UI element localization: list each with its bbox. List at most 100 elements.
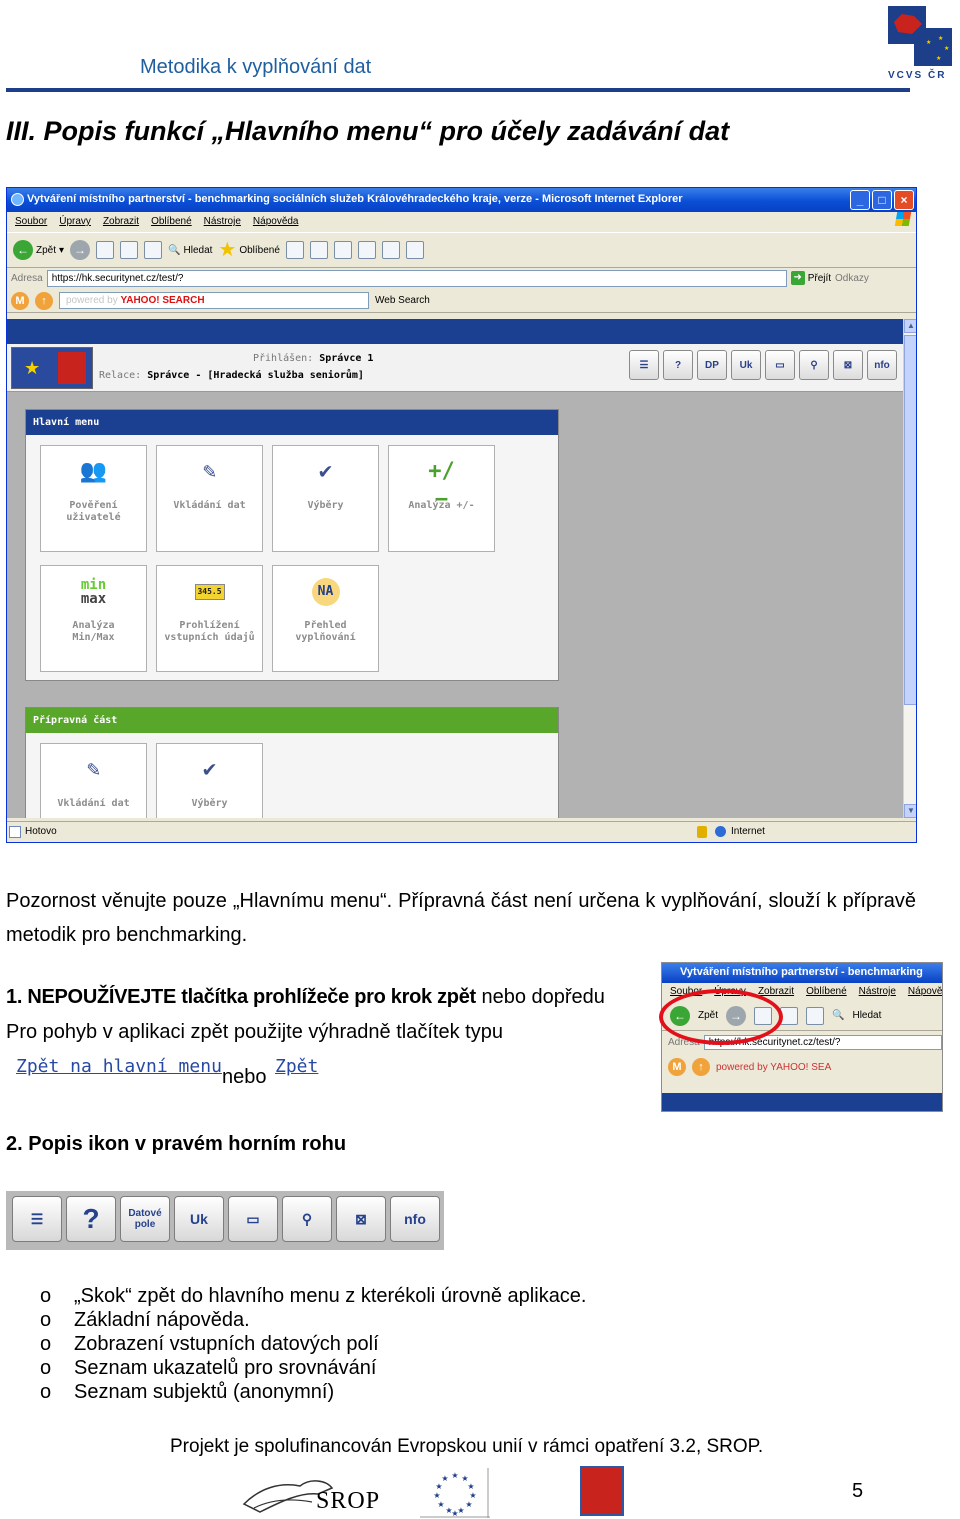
menu-nastroje[interactable]: Nástroje bbox=[204, 216, 241, 232]
bullet-marker: o bbox=[40, 1381, 52, 1403]
main-menu-title: Hlavní menu bbox=[26, 410, 558, 435]
yahoo-up-icon[interactable]: ↑ bbox=[35, 291, 53, 310]
stop-icon[interactable] bbox=[96, 241, 115, 259]
menu-upravy[interactable]: Úpravy bbox=[59, 216, 91, 232]
tile-label: Pověření bbox=[69, 500, 118, 511]
yahoo-toolbar: M ↑ powered by YAHOO! SEARCH Web Search bbox=[7, 289, 916, 313]
print-icon[interactable] bbox=[333, 241, 352, 259]
tile-label: Přehled bbox=[304, 620, 347, 631]
mail-icon[interactable] bbox=[309, 241, 328, 259]
scroll-thumb[interactable] bbox=[904, 335, 916, 705]
scroll-up-button[interactable]: ▲ bbox=[904, 319, 916, 333]
address-label: Adresa bbox=[11, 272, 43, 284]
tile-vkladani-dat[interactable]: ✎ Vkládání dat bbox=[156, 445, 263, 552]
lock-icon bbox=[697, 826, 707, 838]
browser-titlebar: Vytváření místního partnerství - benchma… bbox=[7, 188, 916, 212]
page-icon bbox=[9, 826, 21, 838]
windows-logo-icon bbox=[894, 212, 912, 226]
home-icon[interactable] bbox=[144, 241, 163, 259]
minimize-button[interactable]: _ bbox=[850, 190, 870, 210]
forward-button[interactable]: → bbox=[70, 240, 91, 260]
menu-napoveda[interactable]: Nápověda bbox=[253, 216, 299, 232]
page-number: 5 bbox=[852, 1480, 864, 1502]
pen-input-icon: ✎ bbox=[202, 459, 217, 484]
address-input[interactable]: https://hk.securitynet.cz/test/? bbox=[46, 269, 787, 287]
logged-user: Správce 1 bbox=[319, 353, 374, 364]
list-item-text: Základní nápověda. bbox=[74, 1309, 250, 1331]
search-button[interactable]: 🔍 Hledat bbox=[168, 245, 212, 256]
scroll-down-button[interactable]: ▼ bbox=[904, 804, 916, 818]
bullet-marker: o bbox=[40, 1309, 52, 1331]
tile-prehled-vyplnovani[interactable]: NA Přehled vyplňování bbox=[272, 565, 379, 672]
app-icon-toolbar: ☰ ? DP Uk ▭ ⚲ ⊠ nfo bbox=[629, 350, 897, 380]
excerpt-title: Vytváření místního partnerství - benchma… bbox=[662, 963, 942, 983]
search-person-icon[interactable]: ⚲ bbox=[799, 350, 829, 380]
tile-label: Vkládání dat bbox=[57, 798, 130, 809]
checkmark-icon: ✔ bbox=[318, 459, 333, 484]
list-item: o Seznam ukazatelů pro srovnávání bbox=[40, 1356, 587, 1380]
close-box-icon[interactable]: ⊠ bbox=[833, 350, 863, 380]
blank-window-icon[interactable]: ▭ bbox=[765, 350, 795, 380]
tile-analyza-plus-minus[interactable]: +/− Analýza +/- bbox=[388, 445, 495, 552]
links-label[interactable]: Odkazy bbox=[835, 273, 869, 284]
info-icon[interactable]: nfo bbox=[867, 350, 897, 380]
menu-soubor[interactable]: Soubor bbox=[15, 216, 47, 232]
go-button[interactable]: ➜ Přejít bbox=[790, 271, 831, 285]
data-fields-icon[interactable]: DP bbox=[697, 350, 727, 380]
menu-zobrazit[interactable]: Zobrazit bbox=[103, 216, 139, 232]
document-header-title: Metodika k vyplňování dat bbox=[140, 56, 372, 78]
favorites-button[interactable]: ★ Oblíbené bbox=[218, 240, 280, 260]
browser-title: Vytváření místního partnerství - benchma… bbox=[27, 193, 683, 205]
status-text: Hotovo bbox=[25, 826, 57, 837]
vertical-scrollbar[interactable]: ▲ ▼ bbox=[903, 319, 916, 818]
svg-text:★: ★ bbox=[944, 45, 949, 52]
close-button[interactable]: × bbox=[894, 190, 914, 210]
svg-text:★: ★ bbox=[437, 1500, 444, 1509]
tile-prep-vybery[interactable]: ✔ Výběry bbox=[156, 743, 263, 818]
tile-analyza-min-max[interactable]: min max Analýza Min/Max bbox=[40, 565, 147, 672]
excerpt-yahoo-bar: M ↑ powered by YAHOO! SEA bbox=[662, 1053, 942, 1081]
yahoo-m-icon[interactable]: M bbox=[11, 291, 29, 310]
back-to-main-menu-link[interactable]: Zpět na hlavní menu bbox=[16, 1056, 222, 1077]
footer-funding-text: Projekt je spolufinancován Evropskou uni… bbox=[170, 1436, 764, 1457]
refresh-icon[interactable] bbox=[120, 241, 139, 259]
indicators-icon[interactable]: Uk bbox=[731, 350, 761, 380]
logged-user-line: Přihlášen: Správce 1 bbox=[253, 353, 373, 364]
folder-icon[interactable] bbox=[381, 241, 400, 259]
excerpt-menu-item: Nápově bbox=[907, 986, 943, 997]
search-person-icon: ⚲ bbox=[282, 1196, 332, 1242]
list-item: o Základní nápověda. bbox=[40, 1308, 587, 1332]
checkmark-icon: ✔ bbox=[202, 757, 217, 782]
tile-label: vstupních údajů bbox=[164, 632, 255, 643]
maximize-button[interactable]: □ bbox=[872, 190, 892, 210]
data-fields-icon: Datové pole bbox=[120, 1196, 170, 1242]
chevron-down-icon: ▾ bbox=[59, 244, 65, 256]
help-icon[interactable]: ? bbox=[663, 350, 693, 380]
yahoo-m-icon: M bbox=[668, 1058, 686, 1076]
history-icon[interactable] bbox=[285, 241, 304, 259]
pen-input-icon: ✎ bbox=[86, 757, 101, 782]
internet-explorer-icon bbox=[11, 193, 24, 206]
bullet-marker: o bbox=[40, 1357, 52, 1379]
list-item-text: Seznam subjektů (anonymní) bbox=[74, 1381, 335, 1403]
browser-menubar: Soubor Úpravy Zobrazit Oblíbené Nástroje… bbox=[7, 212, 916, 232]
svg-text:★: ★ bbox=[926, 39, 931, 46]
back-button[interactable]: ← Zpět ▾ bbox=[13, 240, 64, 260]
svg-text:★: ★ bbox=[936, 55, 941, 62]
session-value: Správce - [Hradecká služba seniorům] bbox=[147, 370, 364, 381]
tile-vybery[interactable]: ✔ Výběry bbox=[272, 445, 379, 552]
svg-text:★: ★ bbox=[451, 1471, 458, 1480]
web-search-button[interactable]: Web Search bbox=[375, 295, 430, 306]
edit-icon[interactable] bbox=[357, 241, 376, 259]
excerpt-search-label: Hledat bbox=[852, 1010, 882, 1021]
tile-prohlizeni-vstupnich-udaju[interactable]: 345.5 Prohlížení vstupních údajů bbox=[156, 565, 263, 672]
list-icon[interactable]: ☰ bbox=[629, 350, 659, 380]
menu-oblibene[interactable]: Oblíbené bbox=[151, 216, 192, 232]
session-line: Relace: Správce - [Hradecká služba senio… bbox=[99, 370, 364, 381]
back-link[interactable]: Zpět bbox=[275, 1056, 318, 1077]
tile-prep-vkladani-dat[interactable]: ✎ Vkládání dat bbox=[40, 743, 147, 818]
tile-poverovani-uzivatele[interactable]: 👥 Pověření uživatelé bbox=[40, 445, 147, 552]
vcvs-logo-label: VCVS ČR bbox=[888, 70, 947, 81]
yahoo-search-input[interactable]: powered by YAHOO! SEARCH bbox=[59, 292, 369, 309]
messenger-icon[interactable] bbox=[405, 241, 424, 259]
